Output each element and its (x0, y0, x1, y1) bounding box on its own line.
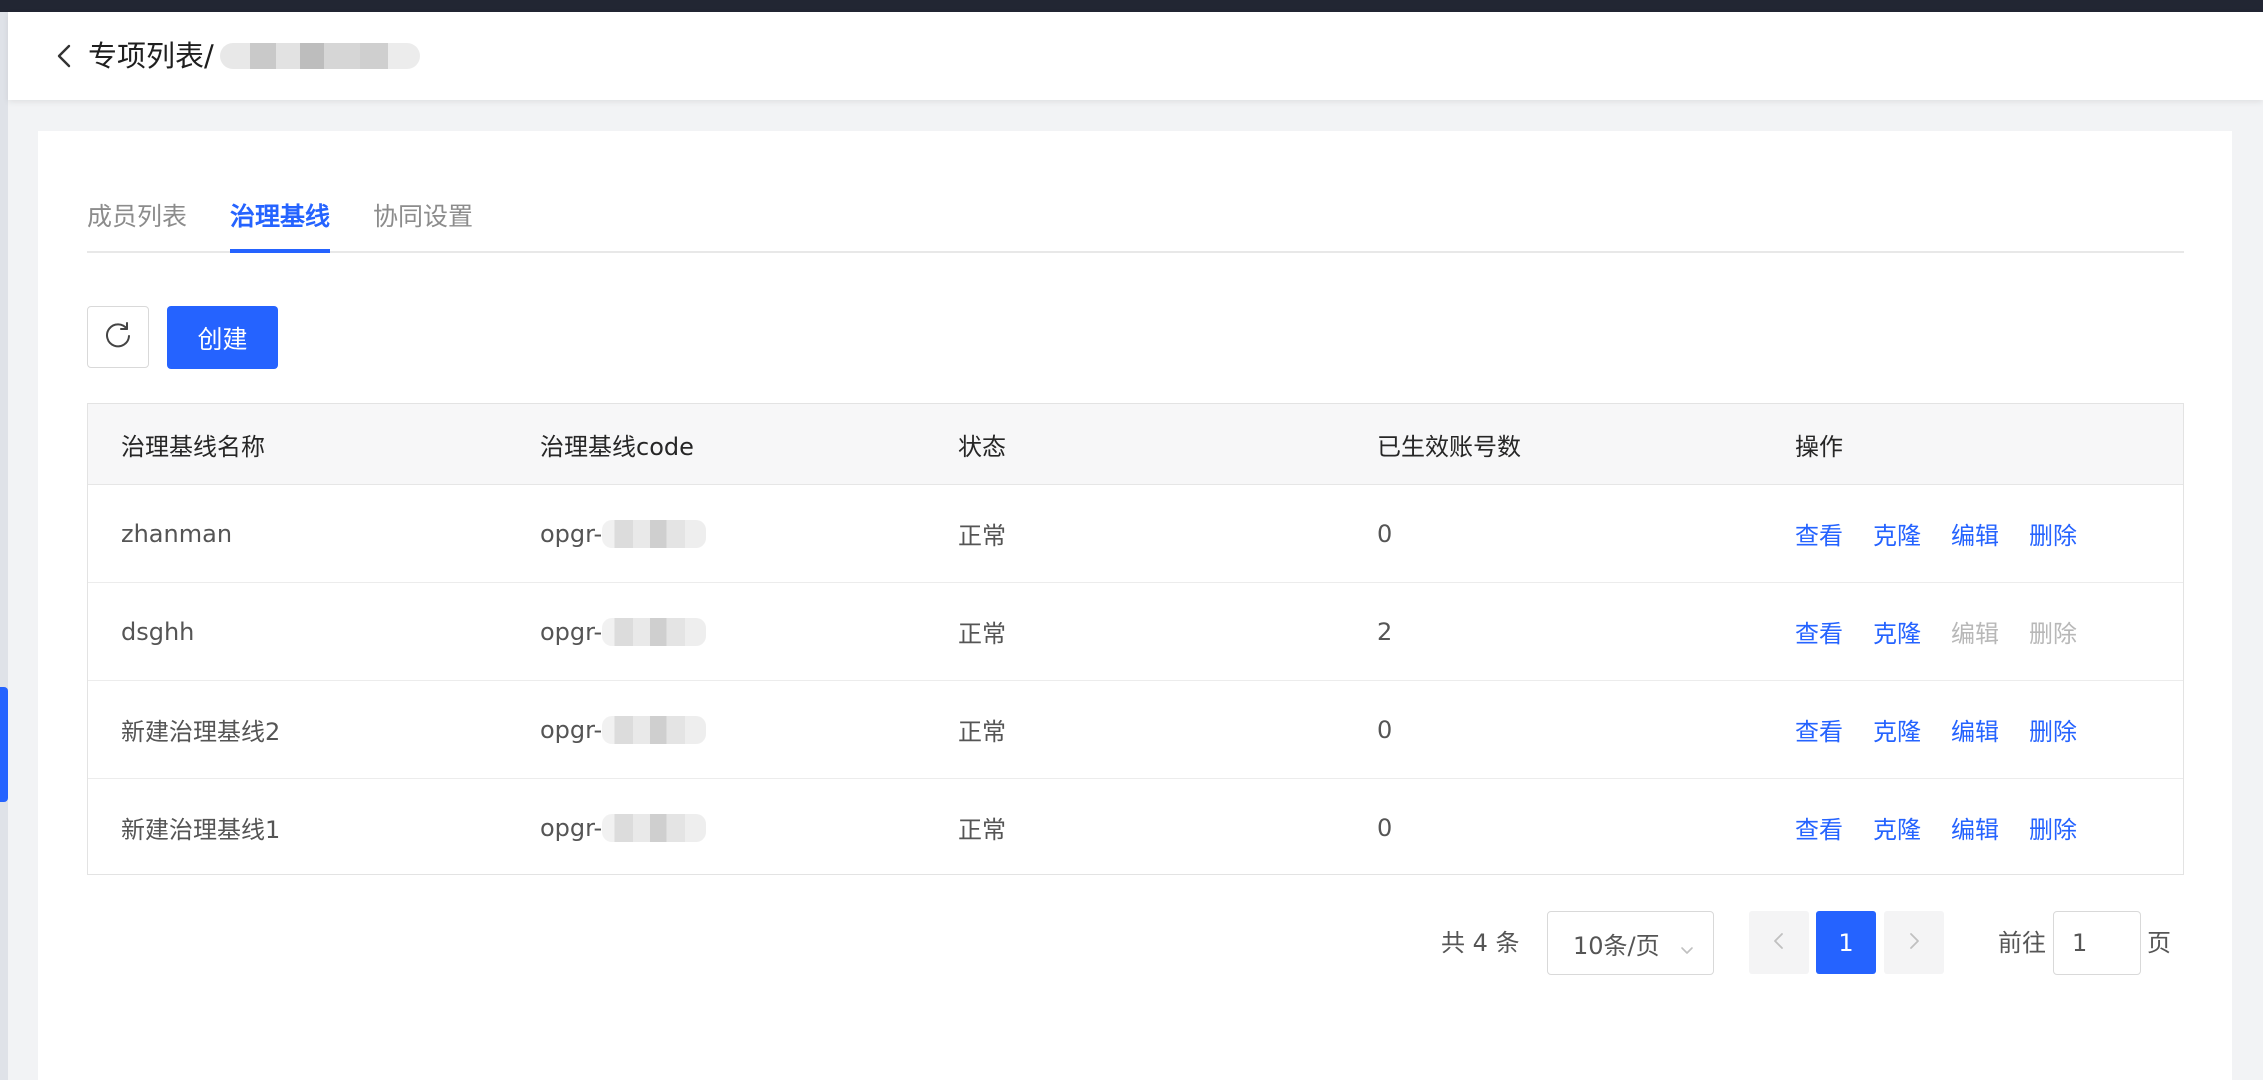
active-account-count: 0 (1377, 715, 1393, 744)
baseline-code: opgr- (540, 681, 707, 778)
create-button[interactable]: 创建 (167, 306, 278, 369)
code-redacted (602, 519, 707, 548)
pagination-total: 共 4 条 (1441, 929, 1520, 957)
tab-collaboration-settings[interactable]: 协同设置 (373, 199, 473, 235)
baseline-code: opgr- (540, 485, 707, 582)
table-header: 治理基线名称 治理基线code 状态 已生效账号数 操作 (88, 404, 2183, 485)
status-text: 正常 (958, 816, 1006, 844)
page-size-select[interactable]: 10条/页 (1547, 911, 1714, 975)
breadcrumb: 专项列表/ (88, 36, 420, 76)
left-edge-panel (0, 12, 8, 1080)
row-actions: 查看 克隆 编辑 删除 (1795, 681, 2107, 778)
prev-page-button[interactable] (1749, 911, 1809, 974)
clone-link[interactable]: 克隆 (1873, 712, 1921, 747)
edit-link[interactable]: 编辑 (1951, 516, 1999, 551)
clone-link[interactable]: 克隆 (1873, 614, 1921, 649)
baseline-name: dsghh (121, 617, 195, 646)
column-header-code: 治理基线code (540, 432, 694, 461)
row-actions: 查看 克隆 编辑 删除 (1795, 485, 2107, 582)
code-redacted (602, 715, 707, 744)
page-suffix: 页 (2147, 929, 2171, 957)
chevron-down-icon (1679, 936, 1695, 964)
table-row: 新建治理基线2 opgr- 正常 0 查看 克隆 编辑 删除 (88, 681, 2183, 779)
clone-link[interactable]: 克隆 (1873, 810, 1921, 845)
side-handle[interactable] (0, 687, 8, 802)
page-header: 专项列表/ (8, 12, 2263, 100)
baseline-code: opgr- (540, 779, 707, 876)
code-redacted (602, 813, 707, 842)
goto-label: 前往 (1998, 929, 2046, 957)
baseline-table: 治理基线名称 治理基线code 状态 已生效账号数 操作 zhanman opg… (87, 403, 2184, 875)
column-header-active-accounts: 已生效账号数 (1377, 432, 1521, 461)
delete-link[interactable]: 删除 (2029, 810, 2077, 845)
code-prefix: opgr- (540, 813, 603, 842)
column-header-actions: 操作 (1795, 432, 1843, 461)
baseline-name: zhanman (121, 519, 233, 548)
table-row: 新建治理基线1 opgr- 正常 0 查看 克隆 编辑 删除 (88, 779, 2183, 876)
page-number-current[interactable]: 1 (1816, 911, 1876, 974)
status-text: 正常 (958, 718, 1006, 746)
next-page-button[interactable] (1884, 911, 1944, 974)
active-account-count: 2 (1377, 617, 1393, 646)
active-account-count: 0 (1377, 813, 1393, 842)
active-account-count: 0 (1377, 519, 1393, 548)
code-prefix: opgr- (540, 519, 603, 548)
code-prefix: opgr- (540, 715, 603, 744)
clone-link[interactable]: 克隆 (1873, 516, 1921, 551)
tab-bar: 成员列表 治理基线 协同设置 (87, 191, 2184, 253)
status-text: 正常 (958, 522, 1006, 550)
code-redacted (602, 617, 707, 646)
tab-governance-baseline[interactable]: 治理基线 (230, 199, 331, 253)
breadcrumb-current-redacted (219, 43, 420, 69)
window-top-strip (0, 0, 2263, 12)
view-link[interactable]: 查看 (1795, 712, 1843, 747)
status-text: 正常 (958, 620, 1006, 648)
table-row: dsghh opgr- 正常 2 查看 克隆 编辑 删除 (88, 583, 2183, 681)
view-link[interactable]: 查看 (1795, 516, 1843, 551)
main-card: 成员列表 治理基线 协同设置 创建 治理基线名称 治理基线code 状态 已生效… (38, 131, 2232, 1080)
refresh-icon (103, 320, 133, 354)
delete-link-disabled: 删除 (2029, 620, 2077, 648)
edit-link[interactable]: 编辑 (1951, 810, 1999, 845)
column-header-status: 状态 (958, 432, 1006, 461)
row-actions: 查看 克隆 编辑 删除 (1795, 583, 2107, 680)
row-actions: 查看 克隆 编辑 删除 (1795, 779, 2107, 876)
delete-link[interactable]: 删除 (2029, 516, 2077, 551)
code-prefix: opgr- (540, 617, 603, 646)
view-link[interactable]: 查看 (1795, 614, 1843, 649)
column-header-name: 治理基线名称 (121, 432, 265, 461)
next-page-icon (1906, 931, 1922, 955)
baseline-name: 新建治理基线2 (121, 718, 281, 746)
refresh-button[interactable] (87, 306, 149, 368)
baseline-name: 新建治理基线1 (121, 816, 281, 844)
tab-members[interactable]: 成员列表 (87, 199, 187, 235)
goto-page-input[interactable] (2053, 911, 2141, 975)
table-row: zhanman opgr- 正常 0 查看 克隆 编辑 删除 (88, 485, 2183, 583)
baseline-code: opgr- (540, 583, 707, 680)
page-size-value: 10条/页 (1573, 931, 1660, 960)
breadcrumb-parent[interactable]: 专项列表/ (88, 36, 214, 76)
delete-link[interactable]: 删除 (2029, 712, 2077, 747)
edit-link[interactable]: 编辑 (1951, 712, 1999, 747)
back-icon[interactable] (52, 42, 78, 70)
view-link[interactable]: 查看 (1795, 810, 1843, 845)
prev-page-icon (1771, 931, 1787, 955)
edit-link-disabled: 编辑 (1951, 620, 1999, 648)
